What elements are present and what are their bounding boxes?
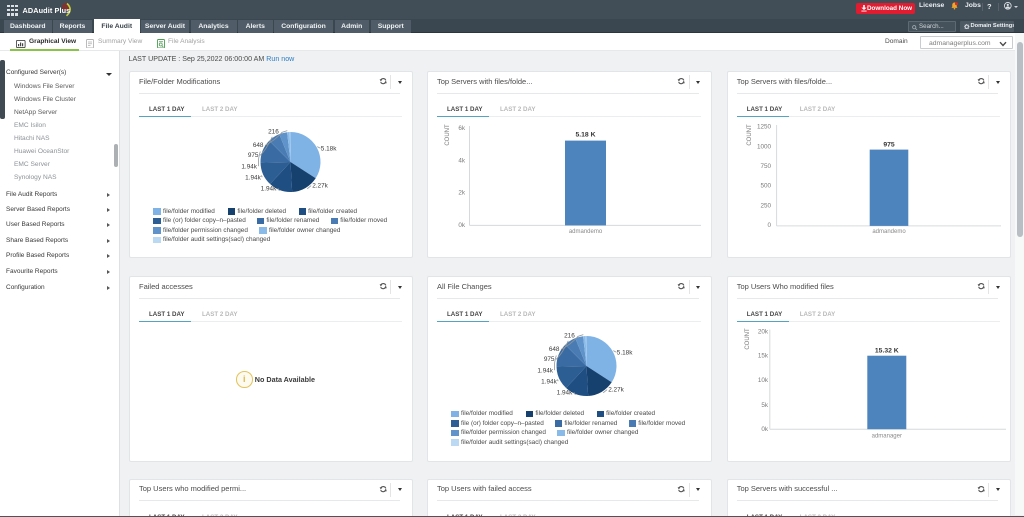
- svg-text:0k: 0k: [761, 426, 769, 433]
- svg-text:admandemo: admandemo: [569, 229, 603, 235]
- svg-text:6k: 6k: [458, 125, 466, 132]
- svg-text:5k: 5k: [761, 402, 769, 409]
- svg-text:COUNT: COUNT: [745, 328, 751, 350]
- svg-text:975: 975: [883, 142, 895, 149]
- svg-text:admandemo: admandemo: [872, 229, 906, 235]
- svg-text:10k: 10k: [758, 377, 769, 384]
- svg-text:0k: 0k: [458, 222, 466, 229]
- svg-text:5.18 K: 5.18 K: [575, 132, 595, 139]
- svg-text:1000: 1000: [757, 143, 772, 150]
- svg-text:COUNT: COUNT: [445, 124, 451, 146]
- svg-text:0: 0: [767, 222, 771, 229]
- svg-text:1250: 1250: [757, 124, 772, 131]
- svg-text:20k: 20k: [758, 328, 769, 335]
- svg-text:COUNT: COUNT: [747, 124, 753, 146]
- svg-text:15.32 K: 15.32 K: [875, 348, 899, 355]
- svg-text:500: 500: [760, 183, 771, 190]
- svg-text:2k: 2k: [458, 190, 466, 197]
- svg-text:15k: 15k: [758, 353, 769, 360]
- svg-text:250: 250: [760, 202, 771, 209]
- svg-text:4k: 4k: [458, 157, 466, 164]
- svg-text:750: 750: [760, 163, 771, 170]
- svg-text:admanager: admanager: [871, 434, 901, 440]
